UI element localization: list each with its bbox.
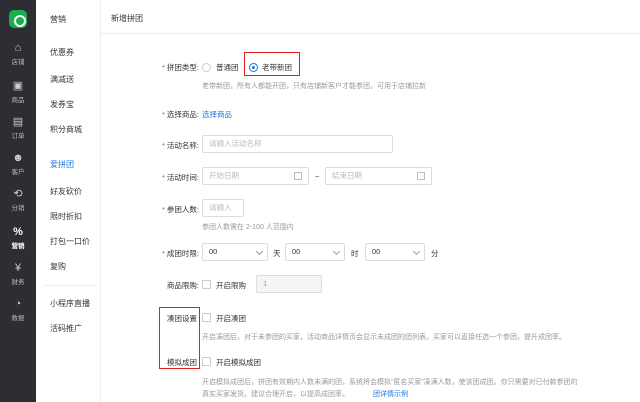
group-detail-example-link[interactable]: 团详情示例: [373, 389, 408, 399]
nav-item-distribution[interactable]: ⟲ 分销: [0, 188, 36, 212]
duration-minute-select[interactable]: 00: [365, 243, 425, 261]
marketing-sub-nav: 营销 优惠券 满减送 发券宝 积分商城 爱拼团 好友砍价 限时折扣 打包一口价 …: [36, 0, 101, 402]
duration-label: * 成团时限:: [161, 249, 199, 258]
share-icon: ⟲: [13, 188, 23, 200]
group-type-normal-label[interactable]: 普通团: [216, 62, 239, 73]
sub-nav-item-bargain[interactable]: 好友砍价: [50, 186, 82, 197]
nav-item-marketing[interactable]: % 营销: [0, 226, 36, 250]
day-unit: 天: [273, 249, 281, 258]
purchase-limit-input[interactable]: 1: [256, 275, 322, 293]
members-input[interactable]: 请输入: [202, 199, 244, 217]
date-separator: ~: [315, 172, 320, 181]
duration-hour-select[interactable]: 00: [285, 243, 345, 261]
sub-nav-item-group-buy[interactable]: 爱拼团: [50, 159, 74, 170]
activity-name-label: * 活动名称:: [161, 141, 199, 150]
sub-nav-item-coupon-treasure[interactable]: 发券宝: [50, 99, 74, 110]
mock-group-checkbox[interactable]: [202, 357, 211, 366]
nav-item-orders[interactable]: ▤ 订单: [0, 116, 36, 140]
yen-icon: ¥: [14, 262, 22, 274]
nav-item-data[interactable]: ◔ 数据: [0, 298, 36, 322]
nav-item-label: 营销: [11, 243, 25, 250]
nav-item-label: 店铺: [11, 59, 25, 66]
percent-icon: %: [13, 226, 23, 238]
page-title: 新增拼团: [111, 14, 143, 23]
pie-chart-icon: ◔: [14, 298, 22, 310]
sub-nav-divider: [44, 285, 96, 286]
global-nav: ⌂ 店铺 ▣ 商品 ▤ 订单 ☻ 客户 ⟲ 分销 % 营销 ¥ 财务 ◔ 数据: [0, 0, 36, 402]
hour-unit: 时: [351, 249, 359, 258]
sub-nav-heading: 营销: [50, 15, 66, 24]
auto-group-label: 凑团设置: [167, 314, 197, 323]
group-type-hint: 老带新团，所有人都能开团，只有店铺新客户才能参团，可用于店铺拉新: [202, 83, 426, 90]
chevron-down-icon: [332, 247, 341, 256]
page-header: 新增拼团: [101, 0, 640, 34]
group-type-new-radio[interactable]: [249, 63, 258, 72]
sub-nav-item-bundle-price[interactable]: 打包一口价: [50, 236, 90, 247]
mock-group-option[interactable]: 开启模拟成团: [216, 357, 261, 368]
sub-nav-item-live-stream[interactable]: 小程序直播: [50, 298, 90, 309]
members-label: * 参团人数:: [161, 205, 199, 214]
activity-time-label: * 活动时间:: [161, 173, 199, 182]
nav-item-label: 商品: [11, 97, 25, 104]
calendar-icon: [294, 172, 302, 180]
app-logo[interactable]: [9, 10, 27, 28]
nav-item-label: 客户: [11, 169, 25, 176]
nav-item-label: 分销: [11, 205, 25, 212]
auto-group-hint: 开启凑团后，对于未参团的买家，活动商品详情页会显示未成团的团列表，买家可以直接任…: [202, 334, 566, 341]
sub-nav-item-repurchase[interactable]: 复购: [50, 261, 66, 272]
mock-group-label: 模拟成团: [167, 358, 197, 367]
sub-nav-item-full-reduction[interactable]: 满减送: [50, 74, 74, 85]
product-label: * 选择商品:: [161, 110, 199, 119]
nav-item-label: 订单: [11, 133, 25, 140]
purchase-limit-checkbox[interactable]: [202, 280, 211, 289]
activity-name-input[interactable]: 请输入活动名称: [202, 135, 393, 153]
group-type-label: * 拼团类型:: [161, 63, 199, 72]
minute-unit: 分: [431, 249, 439, 258]
nav-item-label: 数据: [11, 315, 25, 322]
group-type-new-label[interactable]: 老带新团: [262, 62, 292, 73]
chevron-down-icon: [255, 247, 264, 256]
auto-group-option[interactable]: 开启凑团: [216, 313, 246, 324]
nav-item-label: 财务: [11, 279, 25, 286]
home-icon: ⌂: [14, 42, 22, 54]
nav-item-finance[interactable]: ¥ 财务: [0, 262, 36, 286]
purchase-limit-label: 商品限购:: [166, 281, 199, 290]
auto-group-checkbox[interactable]: [202, 313, 211, 322]
sub-nav-item-qr-promotion[interactable]: 活码推广: [50, 323, 82, 334]
document-icon: ▤: [12, 116, 24, 128]
chevron-down-icon: [412, 247, 421, 256]
start-date-input[interactable]: 开始日期: [202, 167, 309, 185]
sub-nav-item-points-mall[interactable]: 积分商城: [50, 124, 82, 135]
nav-item-store[interactable]: ⌂ 店铺: [0, 42, 36, 66]
select-product-link[interactable]: 选择商品: [202, 109, 232, 120]
end-date-input[interactable]: 结束日期: [325, 167, 432, 185]
calendar-icon: [417, 172, 425, 180]
sub-nav-item-coupons[interactable]: 优惠券: [50, 47, 74, 58]
sub-nav-item-flash-discount[interactable]: 限时折扣: [50, 211, 82, 222]
nav-item-products[interactable]: ▣ 商品: [0, 80, 36, 104]
duration-day-select[interactable]: 00: [202, 243, 268, 261]
mock-group-hint: 开启模拟成团后，拼团有效期内人数未满的团，系统将会模拟“匿名买家”凑满人数，使该…: [202, 379, 578, 386]
purchase-limit-option[interactable]: 开启限购: [216, 280, 246, 291]
main-content: 新增拼团 * 拼团类型: 普通团 老带新团 老带新团，所有人都能开团，只有店铺新客…: [101, 0, 640, 402]
box-icon: ▣: [12, 80, 24, 92]
mock-group-hint-2: 真实买家发货。建议合理开启，以提高成团率。: [202, 391, 349, 398]
people-icon: ☻: [12, 152, 24, 164]
members-hint: 参团人数需在 2-100 人范围内: [202, 224, 294, 231]
group-type-normal-radio[interactable]: [202, 63, 211, 72]
nav-item-customers[interactable]: ☻ 客户: [0, 152, 36, 176]
